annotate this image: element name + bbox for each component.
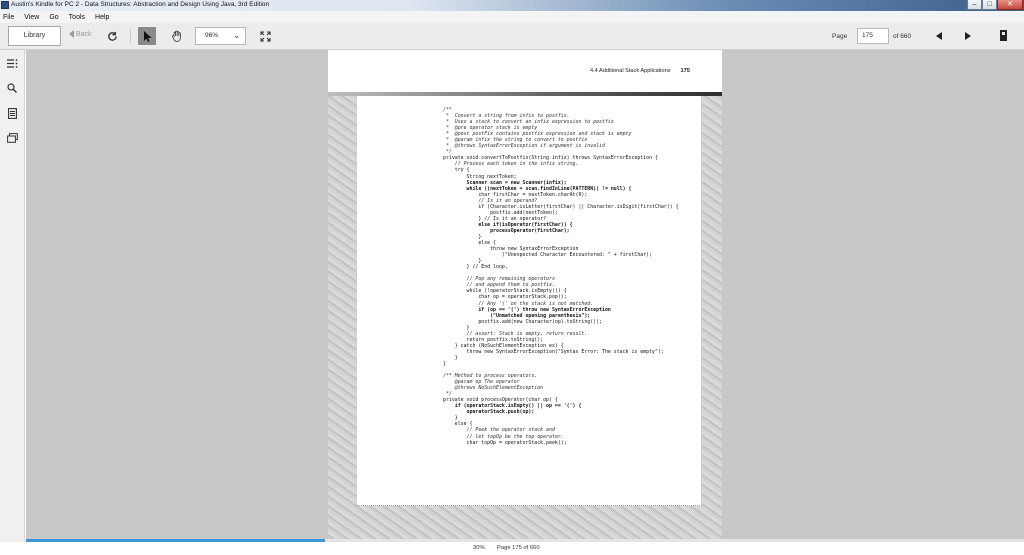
window-title: Austin's Kindle for PC 2 - Data Structur… <box>11 1 270 8</box>
running-head-title: 4.4 Additional Stack Applications <box>590 68 671 74</box>
menu-go[interactable]: Go <box>49 14 58 21</box>
menu-help[interactable]: Help <box>95 14 109 21</box>
running-head: 4.4 Additional Stack Applications 175 <box>590 68 690 74</box>
back-arrow-icon <box>69 30 74 38</box>
status-bar: 30% Page 175 of 660 <box>0 542 1024 555</box>
reading-area[interactable]: 4.4 Additional Stack Applications 175 /**… <box>26 50 1024 540</box>
book-page: 4.4 Additional Stack Applications 175 /**… <box>328 50 722 540</box>
page-total: of 660 <box>893 33 912 40</box>
refresh-icon[interactable] <box>103 27 121 45</box>
page-number: 175 <box>680 68 690 74</box>
zoom-value: 96% <box>205 32 219 39</box>
expand-icon[interactable] <box>256 27 274 45</box>
previous-page-icon[interactable] <box>936 32 942 40</box>
next-page-icon[interactable] <box>965 32 971 40</box>
back-label: Back <box>76 30 92 38</box>
window-title-bar: Austin's Kindle for PC 2 - Data Structur… <box>0 0 1024 11</box>
page-label: Page <box>832 33 848 40</box>
chevron-down-icon: ⌄ <box>233 31 240 40</box>
code-line: char topOp = operatorStack.peek(); <box>443 439 567 446</box>
table-of-contents-icon[interactable] <box>5 56 19 70</box>
progress-percent: 30% <box>473 545 485 551</box>
menu-bar: File View Go Tools Help <box>0 11 1024 23</box>
library-button[interactable]: Library <box>8 26 61 46</box>
back-button[interactable]: Back <box>69 30 92 38</box>
hand-pan-icon[interactable] <box>168 27 186 45</box>
menu-file[interactable]: File <box>3 14 14 21</box>
menu-tools[interactable]: Tools <box>69 14 85 21</box>
side-rail <box>0 50 25 543</box>
menu-view[interactable]: View <box>24 14 39 21</box>
close-button[interactable]: ✕ <box>997 0 1023 10</box>
zoom-select[interactable]: 96% ⌄ <box>195 27 246 45</box>
arrow-pointer-icon[interactable] <box>138 27 156 45</box>
page-number-input[interactable]: 175 <box>857 28 889 44</box>
minimize-button[interactable]: – <box>967 0 982 10</box>
code-line: if (Character.isLetter(firstChar) || Cha… <box>443 203 679 210</box>
notes-icon[interactable] <box>5 106 19 120</box>
toolbar: Library Back 96% ⌄ Page 175 of 660 <box>0 23 1024 50</box>
flashcards-icon[interactable] <box>5 131 19 145</box>
app-icon <box>1 1 9 9</box>
code-line: throw new SyntaxErrorException("Syntax E… <box>443 348 664 355</box>
bookmark-icon[interactable] <box>1000 30 1007 41</box>
page-location: Page 175 of 660 <box>497 545 540 551</box>
code-listing: /** * Convert a string from infix to pos… <box>443 107 679 446</box>
maximize-button[interactable]: □ <box>982 0 997 10</box>
toolbar-divider <box>130 28 131 44</box>
search-icon[interactable] <box>5 81 19 95</box>
